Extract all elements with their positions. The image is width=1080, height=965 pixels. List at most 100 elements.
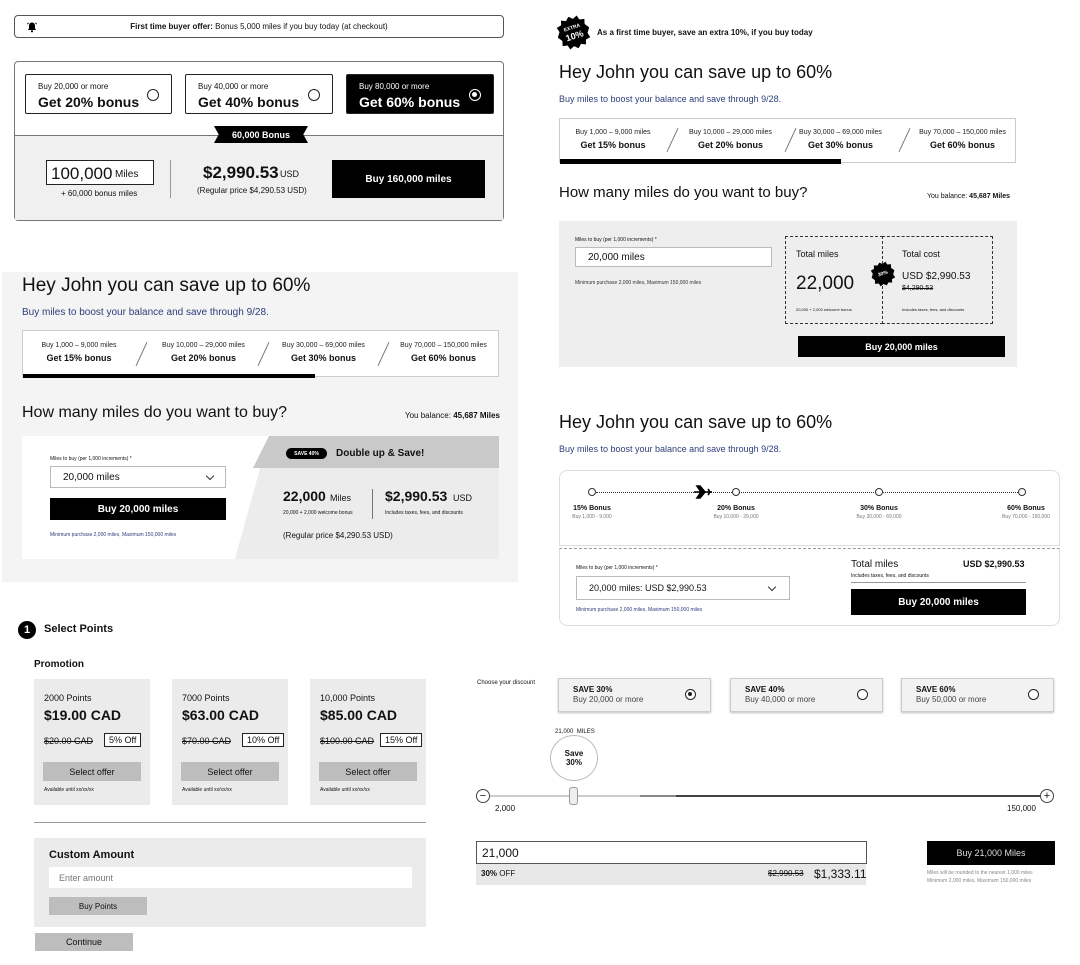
- custom-amount-panel: Custom Amount Buy Points: [34, 838, 426, 927]
- tier-item: Buy 10,000 – 29,000 miles Get 20% bonus: [689, 129, 772, 150]
- regular-price: (Regular price $4,290.53 USD): [197, 186, 307, 195]
- select-value: 20,000 miles: [63, 471, 120, 483]
- first-time-offer-banner: First time buyer offer: Bonus 5,000 mile…: [14, 15, 504, 38]
- radio-button[interactable]: [147, 89, 159, 101]
- price: $2,990.53: [385, 488, 448, 504]
- buy-20000-button[interactable]: Buy 20,000 miles: [50, 498, 226, 520]
- select-offer-button[interactable]: Select offer: [319, 762, 417, 781]
- option-sub: Buy 50,000 or more: [916, 695, 987, 704]
- tier-item: Buy 70,000 – 150,000 miles Get 60% bonus: [919, 129, 1006, 150]
- select-offer-button[interactable]: Select offer: [181, 762, 279, 781]
- new-price: $1,333.11: [814, 867, 867, 881]
- buy-160000-button[interactable]: Buy 160,000 miles: [332, 160, 485, 198]
- includes-text: Includes taxes, fees, and discounts: [385, 510, 463, 516]
- plus-button[interactable]: +: [1040, 789, 1054, 803]
- buy-points-button[interactable]: Buy Points: [49, 897, 147, 915]
- discount-tag: 10% Off: [242, 733, 285, 747]
- price-unit: USD: [453, 493, 473, 503]
- amount-input[interactable]: [49, 867, 412, 888]
- extra-10-badge: EXTRA 10%: [553, 12, 595, 54]
- chevron-down-icon: [767, 582, 777, 592]
- select-offer-button[interactable]: Select offer: [43, 762, 141, 781]
- miles-input[interactable]: 20,000 miles: [575, 247, 772, 267]
- discount-option-30[interactable]: SAVE 30% Buy 20,000 or more: [558, 678, 711, 712]
- tier-item: Buy 1,000 – 9,000 miles Get 15% bonus: [41, 342, 117, 363]
- option-threshold: Buy 40,000 or more: [198, 82, 269, 91]
- minus-button[interactable]: −: [476, 789, 490, 803]
- price: $19.00 CAD: [44, 707, 122, 723]
- total-miles-value: 22,000: [796, 273, 855, 294]
- miles-input-box[interactable]: 21,000: [476, 841, 867, 864]
- total-label: Total miles: [851, 559, 899, 570]
- regular-price: (Regular price $4,290.53 USD): [283, 531, 393, 540]
- miles-value: 100,000: [51, 164, 113, 183]
- bonus-option-20[interactable]: Buy 20,000 or more Get 20% bonus: [25, 74, 172, 114]
- subtitle: Buy miles to boost your balance and save…: [22, 307, 269, 318]
- cost-value: USD $2,990.53: [902, 271, 971, 282]
- purchase-summary: 100,000 Miles + 60,000 bonus miles $2,99…: [15, 135, 503, 220]
- buy-21000-button[interactable]: Buy 21,000 Miles: [927, 841, 1055, 865]
- purchase-form: Miles to buy (per 1,000 increments) * 20…: [22, 436, 499, 559]
- buy-20000-button[interactable]: Buy 20,000 miles: [798, 336, 1005, 357]
- tier-progress: [23, 374, 315, 378]
- question: How many miles do you want to buy?: [22, 404, 288, 421]
- continue-button[interactable]: Continue: [35, 933, 133, 951]
- radio-button-selected[interactable]: [685, 689, 696, 700]
- discount-option-60[interactable]: SAVE 60% Buy 50,000 or more: [901, 678, 1054, 712]
- availability: Available until xx/xx/xx: [44, 787, 94, 793]
- option-title: SAVE 30%: [573, 685, 613, 694]
- old-cost: $4,290.53: [902, 285, 934, 292]
- input-value: 20,000 miles: [588, 251, 645, 263]
- radio-button-selected[interactable]: [469, 89, 481, 101]
- slider-min: 2,000: [495, 804, 516, 813]
- field-label: Miles to buy (per 1,000 increments) *: [50, 456, 132, 462]
- divider: [135, 342, 148, 366]
- miles-box[interactable]: 100,000 Miles: [46, 160, 154, 185]
- price: $2,990.53: [203, 163, 279, 182]
- radio-button[interactable]: [1028, 689, 1039, 700]
- discount-tag: 15% Off: [380, 733, 423, 747]
- savings-panel-b: Hey John you can save up to 60% Buy mile…: [2, 272, 518, 582]
- welcome-bonus: 20,000 + 2,000 welcome bonus: [283, 510, 353, 516]
- offer-text: Bonus 5,000 miles if you buy today (at c…: [212, 22, 388, 31]
- price-summary: 30% OFF $2,990.53 $1,333.11: [476, 864, 867, 885]
- timeline-stop: 60% Bonus Buy 70,000 - 150,000: [1002, 505, 1050, 520]
- total-miles-box: Total miles 22,000 20,000 + 2,000 welcom…: [785, 236, 883, 324]
- option-title: SAVE 60%: [916, 685, 956, 694]
- miles-select[interactable]: 20,000 miles: USD $2,990.53: [576, 576, 790, 600]
- old-price: $100.00 CAD: [320, 736, 375, 746]
- chevron-down-icon: [205, 471, 215, 481]
- tier-item: Buy 10,000 – 29,000 miles Get 20% bonus: [162, 342, 245, 363]
- min-text: Minimum purchase 2,000 miles, Maximum 15…: [575, 280, 702, 286]
- option-sub: Buy 20,000 or more: [573, 695, 644, 704]
- divider: [666, 128, 679, 152]
- airplane-icon: [693, 485, 713, 504]
- step-title: Select Points: [44, 623, 114, 635]
- tier-progress: [560, 159, 841, 164]
- page-title: Hey John you can save up to 60%: [22, 275, 311, 296]
- save-badge: SAVE 40%: [286, 448, 327, 459]
- timeline-line: [596, 492, 1022, 493]
- timeline-dot: [875, 488, 883, 496]
- discount-option-40[interactable]: SAVE 40% Buy 40,000 or more: [730, 678, 883, 712]
- discount-tag: 5% Off: [104, 733, 142, 747]
- tier-bar: Buy 1,000 – 9,000 miles Get 15% bonus Buy…: [22, 330, 499, 378]
- field-label: Miles to buy (per 1,000 increments) *: [576, 565, 658, 571]
- miles-select[interactable]: 20,000 miles: [50, 466, 226, 488]
- divider: [377, 342, 390, 366]
- buy-20000-button[interactable]: Buy 20,000 miles: [851, 589, 1026, 615]
- radio-button[interactable]: [857, 689, 868, 700]
- bonus-option-40[interactable]: Buy 40,000 or more Get 40% bonus: [185, 74, 333, 114]
- price: $63.00 CAD: [182, 707, 260, 723]
- old-price: $70.00 CAD: [182, 736, 232, 746]
- miles-unit: Miles: [330, 493, 352, 503]
- select-value: 20,000 miles: USD $2,990.53: [589, 583, 707, 593]
- option-bonus: Get 40% bonus: [198, 94, 300, 110]
- price: $85.00 CAD: [320, 707, 398, 723]
- bonus-option-60[interactable]: Buy 80,000 or more Get 60% bonus: [346, 74, 494, 114]
- radio-button[interactable]: [308, 89, 320, 101]
- slider-handle[interactable]: [569, 787, 578, 805]
- total-value: USD $2,990.53: [963, 559, 1025, 569]
- total-cost-box: Total cost USD $2,990.53 $4,290.53 Inclu…: [882, 236, 993, 324]
- tier-item: Buy 70,000 – 150,000 miles Get 60% bonus: [400, 342, 487, 363]
